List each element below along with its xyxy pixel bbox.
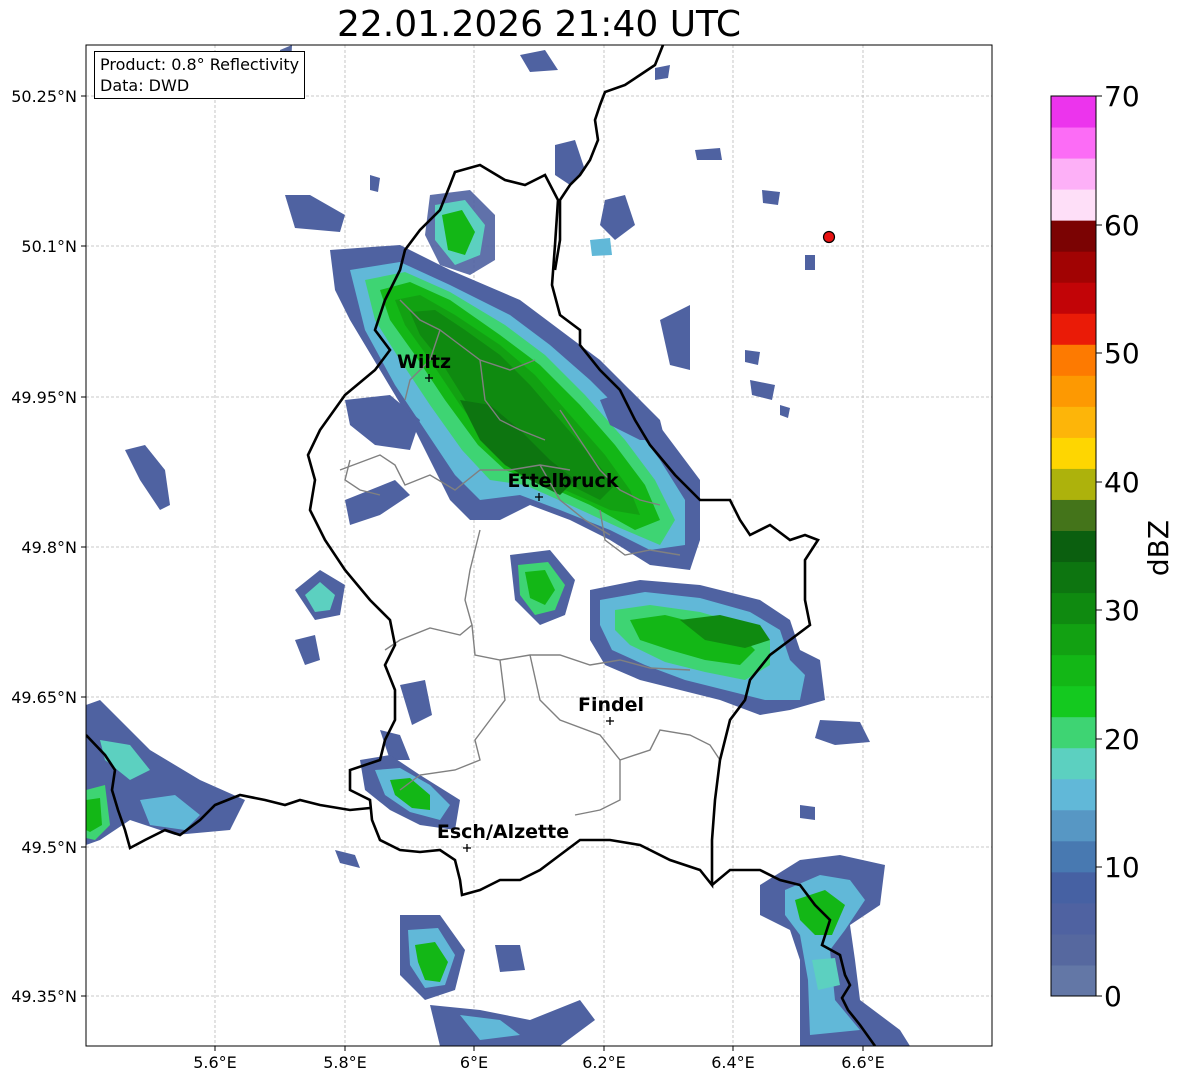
place-label-findel: Findel [578, 694, 644, 716]
colorbar-cell [1051, 313, 1096, 345]
colorbar-cell [1051, 127, 1096, 159]
colorbar-cell [1051, 96, 1096, 128]
colorbar-cell [1051, 282, 1096, 314]
colorbar-cell [1051, 747, 1096, 780]
lat-tick-label: 49.5°N [21, 838, 77, 857]
radar-map: Wiltz Ettelbruck Findel Esch/Alzette 5.6… [0, 0, 1184, 1081]
colorbar-cell [1051, 809, 1096, 842]
colorbar-tick-label: 30 [1104, 594, 1140, 627]
colorbar-cell [1051, 499, 1096, 531]
colorbar-cell [1051, 375, 1096, 407]
lon-tick-label: 6.6°E [841, 1053, 885, 1072]
colorbar-cell [1051, 840, 1096, 873]
colorbar-cell [1051, 344, 1096, 376]
lat-tick-label: 49.35°N [11, 987, 77, 1006]
colorbar-cell [1051, 871, 1096, 904]
colorbar-cell [1051, 592, 1096, 625]
colorbar [1051, 96, 1096, 997]
lon-tick-label: 5.8°E [323, 1053, 367, 1072]
colorbar-cell [1051, 685, 1096, 718]
colorbar-cell [1051, 437, 1096, 469]
colorbar-cell [1051, 189, 1096, 221]
colorbar-cell [1051, 716, 1096, 749]
colorbar-tick-label: 60 [1104, 209, 1140, 242]
place-label-ettelbruck: Ettelbruck [508, 470, 619, 492]
place-label-wiltz: Wiltz [397, 351, 451, 373]
colorbar-cell [1051, 530, 1096, 563]
colorbar-label: dBZ [1142, 520, 1175, 576]
radar-site-marker [822, 230, 836, 244]
lon-tick-label: 6°E [460, 1053, 488, 1072]
lon-tick-label: 6.4°E [711, 1053, 755, 1072]
data-source-label: Data: DWD [100, 76, 190, 95]
colorbar-tick-label: 20 [1104, 723, 1140, 756]
colorbar-tick-label: 0 [1104, 980, 1122, 1013]
colorbar-cell [1051, 623, 1096, 656]
colorbar-cell [1051, 933, 1096, 966]
place-label-esch-alzette: Esch/Alzette [437, 821, 569, 843]
lat-tick-label: 50.1°N [21, 237, 77, 256]
lat-tick-label: 49.95°N [11, 388, 77, 407]
colorbar-cell [1051, 158, 1096, 190]
map-title: 22.01.2026 21:40 UTC [336, 4, 742, 45]
colorbar-cell [1051, 964, 1096, 997]
lon-tick-label: 5.6°E [193, 1053, 237, 1072]
colorbar-tick-label: 70 [1104, 80, 1140, 113]
colorbar-tick-label: 40 [1104, 466, 1140, 499]
lon-tick-label: 6.2°E [582, 1053, 626, 1072]
colorbar-cell [1051, 468, 1096, 500]
colorbar-tick-label: 50 [1104, 337, 1140, 370]
info-box: Product: 0.8° Reflectivity Data: DWD [94, 51, 306, 99]
colorbar-cell [1051, 778, 1096, 811]
product-label: Product: 0.8° Reflectivity [100, 55, 300, 74]
colorbar-cell [1051, 220, 1096, 252]
colorbar-cell [1051, 654, 1096, 687]
colorbar-cell [1051, 902, 1096, 935]
lat-tick-label: 49.65°N [11, 688, 77, 707]
lat-tick-label: 50.25°N [11, 87, 77, 106]
colorbar-cell [1051, 251, 1096, 283]
colorbar-cell [1051, 561, 1096, 594]
lat-tick-label: 49.8°N [21, 538, 77, 557]
colorbar-tick-label: 10 [1104, 851, 1140, 884]
colorbar-cell [1051, 406, 1096, 438]
